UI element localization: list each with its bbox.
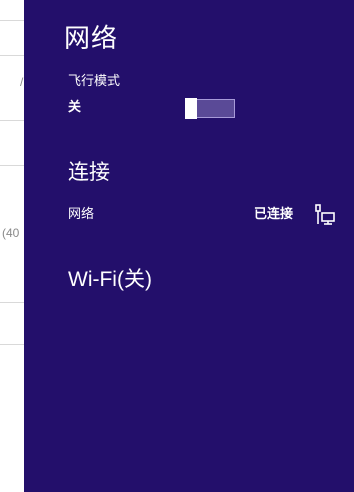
divider	[0, 120, 24, 121]
background-text: (40	[2, 226, 20, 240]
network-panel: 网络 飞行模式 关 连接 网络 已连接 Wi-Fi(关)	[24, 0, 354, 492]
background-window: / (40	[0, 0, 24, 492]
divider	[0, 302, 24, 303]
wifi-label: Wi-Fi(关)	[68, 268, 152, 291]
screen: / (40 网络 飞行模式 关 连接 网络 已连接 Wi-Fi(关)	[0, 0, 354, 492]
connections-heading: 连接	[68, 160, 110, 184]
toggle-thumb	[185, 98, 197, 119]
airplane-mode-label: 飞行模式	[68, 74, 121, 89]
panel-title: 网络	[64, 24, 119, 54]
background-text: /	[20, 75, 24, 89]
wired-network-icon	[315, 204, 335, 225]
connection-status: 已连接	[253, 207, 293, 222]
divider	[0, 55, 24, 56]
network-connection-item[interactable]: 网络 已连接	[54, 196, 339, 234]
divider	[0, 344, 24, 345]
divider	[0, 20, 24, 21]
divider	[0, 165, 24, 166]
airplane-mode-state: 关	[68, 100, 82, 115]
wifi-item[interactable]: Wi-Fi(关)	[54, 260, 339, 298]
network-name: 网络	[68, 207, 95, 222]
airplane-mode-toggle[interactable]	[185, 98, 235, 119]
